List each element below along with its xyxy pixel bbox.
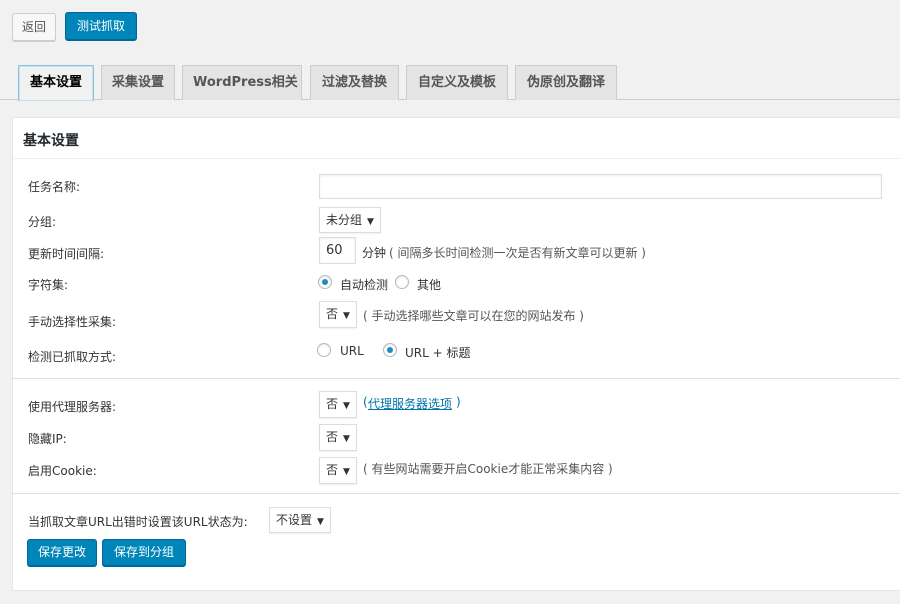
manual-select-select[interactable]: 否 ▼ [319,301,357,328]
detect-url-radio[interactable] [317,343,331,357]
charset-other-radio[interactable] [395,275,409,289]
charset-label: 字符集: [28,278,69,292]
detect-url-title-label: URL + 标题 [405,346,471,360]
interval-input[interactable]: 60 [319,237,356,264]
proxy-link-open: ( [363,395,368,409]
proxy-label: 使用代理服务器: [28,400,117,414]
cookie-hint: ( 有些网站需要开启Cookie才能正常采集内容 ) [363,462,613,476]
manual-select-value: 否 [326,307,339,321]
panel-header-divider [13,158,900,159]
detect-method-label: 检测已抓取方式: [28,350,117,364]
chevron-down-icon: ▼ [343,434,350,444]
chevron-down-icon: ▼ [317,517,324,527]
cookie-label: 启用Cookie: [28,464,97,478]
manual-select-hint: ( 手动选择哪些文章可以在您的网站发布 ) [363,309,584,323]
detect-url-title-radio[interactable] [383,343,397,357]
tab-custom-template[interactable]: 自定义及模板 [406,65,508,100]
detect-url-label: URL [340,344,364,358]
task-name-input[interactable] [319,174,882,199]
proxy-link-close: ) [456,395,461,409]
proxy-options-link[interactable]: 代理服务器选项 [368,395,452,412]
manual-select-label: 手动选择性采集: [28,315,117,329]
proxy-select[interactable]: 否 ▼ [319,391,357,418]
back-button[interactable]: 返回 [12,13,56,41]
section-divider [12,378,900,379]
interval-label: 更新时间间隔: [28,247,105,261]
chevron-down-icon: ▼ [343,311,350,321]
tab-wordpress[interactable]: WordPress相关 [182,65,302,100]
proxy-select-value: 否 [326,397,339,411]
save-to-group-button[interactable]: 保存到分组 [102,539,186,566]
error-status-label: 当抓取文章URL出错时设置该URL状态为: [28,515,248,529]
charset-other-label: 其他 [417,278,442,292]
panel-title: 基本设置 [23,133,79,149]
charset-auto-radio[interactable] [318,275,332,289]
tab-collect-settings[interactable]: 采集设置 [101,65,175,100]
cookie-select-value: 否 [326,463,339,477]
cookie-select[interactable]: 否 ▼ [319,457,357,484]
section-divider [12,493,900,494]
group-label: 分组: [28,215,57,229]
error-status-select-value: 不设置 [276,513,313,527]
error-status-select[interactable]: 不设置 ▼ [269,507,331,533]
chevron-down-icon: ▼ [367,217,374,227]
hide-ip-select[interactable]: 否 ▼ [319,424,357,451]
task-name-label: 任务名称: [28,180,81,194]
chevron-down-icon: ▼ [343,401,350,411]
test-fetch-button[interactable]: 测试抓取 [65,12,137,40]
interval-unit: 分钟 [362,246,387,260]
save-changes-button[interactable]: 保存更改 [27,539,97,566]
tab-rewrite-translate[interactable]: 伪原创及翻译 [515,65,617,100]
chevron-down-icon: ▼ [343,467,350,477]
charset-auto-label: 自动检测 [340,278,389,292]
hide-ip-label: 隐藏IP: [28,432,67,446]
group-select[interactable]: 未分组 ▼ [319,207,381,233]
hide-ip-select-value: 否 [326,430,339,444]
tab-filter-replace[interactable]: 过滤及替换 [310,65,399,100]
tab-basic-settings[interactable]: 基本设置 [18,65,94,101]
group-select-value: 未分组 [326,213,363,227]
interval-hint: ( 间隔多长时间检测一次是否有新文章可以更新 ) [389,246,646,260]
